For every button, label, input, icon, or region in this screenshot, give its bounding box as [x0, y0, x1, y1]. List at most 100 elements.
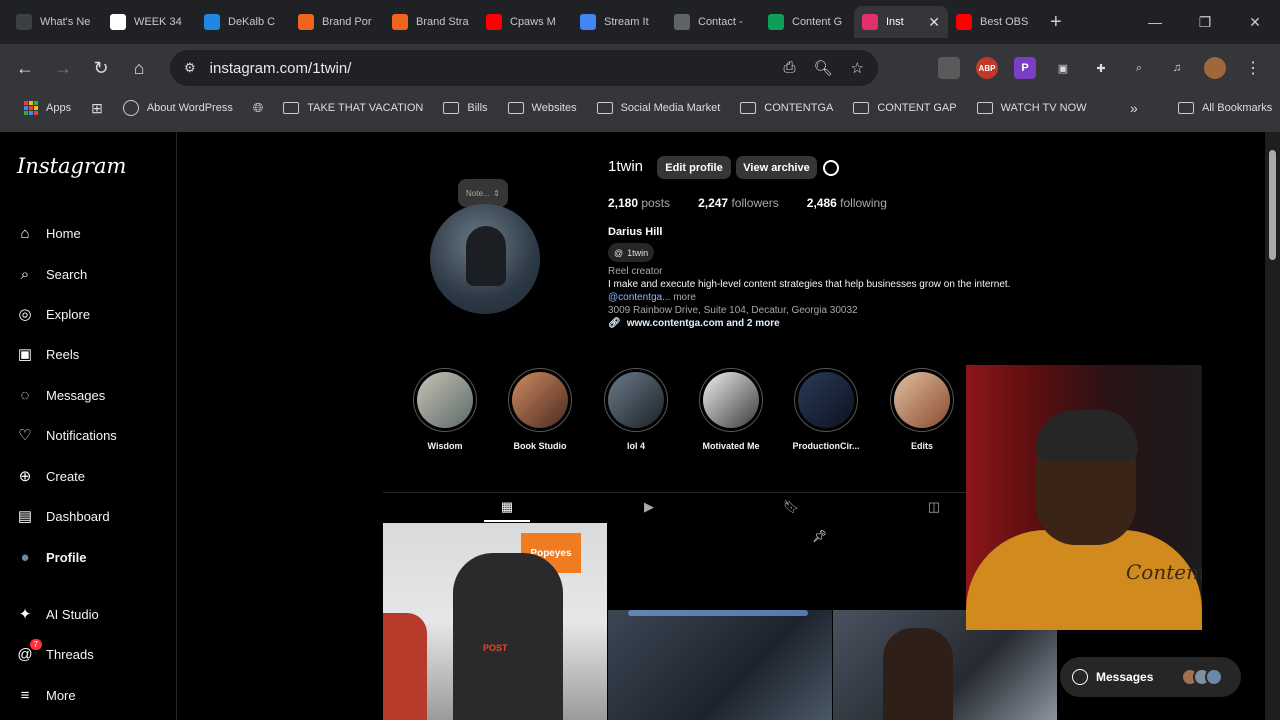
tagged-tab[interactable]: ◫ — [926, 499, 942, 515]
bookmark-websites[interactable]: Websites — [498, 102, 587, 114]
browser-tab[interactable]: Inst ✕ — [854, 6, 948, 38]
profile-link[interactable]: 🔗︎ www.contentga.com and 2 more — [608, 318, 780, 329]
browser-toolbar: ← → ↻ ⌂ ⚙ instagram.com/1twin/ ⎙ 🔍︎ ☆ AB… — [0, 44, 1280, 92]
browser-tab[interactable]: What's Ne — [8, 6, 102, 38]
address-bar[interactable]: ⚙ instagram.com/1twin/ ⎙ 🔍︎ ☆ — [170, 50, 878, 86]
bookmark-contentga[interactable]: CONTENTGA — [730, 102, 843, 114]
bookmarks-overflow-button[interactable]: » — [1120, 100, 1148, 116]
sidebar-item-messages[interactable]: ◌ Messages — [16, 386, 106, 404]
extension-p-icon[interactable]: P — [1014, 57, 1036, 79]
bookmark-globe[interactable]: 🌐︎ — [243, 100, 273, 116]
sidebar-item-explore[interactable]: ◎ Explore — [16, 305, 90, 323]
close-window-button[interactable]: ✕ — [1230, 0, 1280, 44]
url-text[interactable]: instagram.com/1twin/ — [210, 60, 352, 77]
highlight-label: Edits — [910, 441, 933, 451]
posts-grid-tab[interactable]: ▦ — [499, 499, 515, 515]
browser-tab[interactable]: Cpaws M — [478, 6, 572, 38]
bookmark-bills[interactable]: Bills — [433, 102, 497, 114]
close-tab-icon[interactable]: ✕ — [928, 14, 940, 31]
bookmark-content-gap[interactable]: CONTENT GAP — [843, 102, 966, 114]
sidebar-item-dashboard[interactable]: ▤ Dashboard — [16, 507, 110, 525]
sidebar-item-profile[interactable]: ● Profile — [16, 548, 86, 566]
chrome-menu-icon[interactable]: ⋮ — [1242, 57, 1264, 79]
scrollbar-thumb[interactable] — [1269, 150, 1276, 260]
page-scrollbar[interactable] — [1265, 132, 1280, 720]
post-thumbnail[interactable]: Popeyes POST — [383, 523, 607, 720]
sidebar-item-reels[interactable]: ▣ Reels — [16, 345, 79, 363]
browser-tab[interactable]: Best OBS — [948, 6, 1042, 38]
back-button[interactable]: ← — [6, 58, 44, 79]
followers-stat[interactable]: 2,247 followers — [698, 196, 779, 210]
screen-search-icon[interactable]: ⌕ — [1128, 57, 1150, 79]
bookmark-watch-tv-now[interactable]: WATCH TV NOW — [967, 102, 1097, 114]
note-bubble[interactable]: Note... ⇕ — [458, 179, 508, 207]
extension-cam-icon[interactable]: ▣ — [1052, 57, 1074, 79]
story-highlight[interactable]: ProductionCir... — [786, 368, 866, 451]
sidebar-item-more[interactable]: ≡ More — [16, 686, 76, 704]
sidebar-item-label: Notifications — [46, 427, 117, 443]
zoom-icon[interactable]: 🔍︎ — [814, 59, 833, 77]
bookmark-apps[interactable]: Apps — [14, 101, 81, 115]
sidebar-item-create[interactable]: ⊕ Create — [16, 467, 85, 485]
threads-badge[interactable]: @1twin — [608, 243, 655, 262]
minimize-button[interactable]: — — [1130, 0, 1180, 44]
bookmark-label: TAKE THAT VACATION — [307, 102, 424, 114]
browser-tab[interactable]: Stream It — [572, 6, 666, 38]
saved-tab[interactable]: 🔖︎ — [783, 499, 800, 515]
bio-more-link[interactable]: ... more — [662, 292, 696, 303]
home-button[interactable]: ⌂ — [120, 58, 158, 79]
extension-screen-icon[interactable] — [938, 57, 960, 79]
highlight-label: Book Studio — [513, 441, 567, 451]
install-app-icon[interactable]: ⎙ — [783, 59, 795, 77]
followers-label: followers — [731, 196, 779, 210]
bookmark-take-that-vacation[interactable]: TAKE THAT VACATION — [273, 102, 433, 114]
bookmark-star-icon[interactable]: ☆ — [851, 59, 864, 77]
post-thumbnail[interactable] — [608, 610, 832, 720]
sidebar-item-threads[interactable]: @7 Threads — [16, 639, 94, 663]
bookmark-label: Social Media Market — [620, 102, 721, 114]
folder-icon — [507, 102, 524, 114]
browser-tab[interactable]: Content G — [760, 6, 854, 38]
media-controls-icon[interactable]: ♫ — [1166, 57, 1188, 79]
extensions-puzzle-icon[interactable]: ✚ — [1090, 57, 1112, 79]
browser-tab[interactable]: DeKalb C — [196, 6, 290, 38]
edit-profile-button[interactable]: Edit profile — [657, 156, 731, 179]
instagram-logo[interactable]: Instagram — [17, 154, 126, 178]
following-stat[interactable]: 2,486 following — [807, 196, 887, 210]
all-bookmarks-button[interactable]: All Bookmarks — [1168, 102, 1280, 114]
bookmark-about-wordpress[interactable]: About WordPress — [113, 100, 243, 116]
story-highlight[interactable]: Wisdom — [405, 368, 485, 451]
user-avatar[interactable] — [1204, 57, 1226, 79]
browser-tab[interactable]: Brand Stra — [384, 6, 478, 38]
tab-groups-button[interactable]: ⊞ — [81, 100, 113, 117]
sidebar-item-ai-studio[interactable]: ✦ AI Studio — [16, 605, 99, 623]
story-highlight[interactable]: Edits — [882, 368, 962, 451]
highlight-ring — [413, 368, 477, 432]
site-settings-icon[interactable]: ⚙ — [184, 60, 196, 76]
pinned-post-area[interactable]: 📌︎ — [608, 523, 966, 610]
avatar-figure — [466, 226, 506, 286]
bio-mention[interactable]: @contentga — [608, 292, 662, 303]
settings-gear-icon[interactable] — [823, 160, 839, 176]
sidebar-item-notifications[interactable]: ♡ Notifications — [16, 426, 117, 444]
youtube-icon — [956, 14, 972, 30]
story-highlight[interactable]: Book Studio — [500, 368, 580, 451]
sidebar-item-home[interactable]: ⌂ Home — [16, 224, 80, 242]
view-archive-button[interactable]: View archive — [736, 156, 817, 179]
profile-avatar[interactable] — [430, 204, 540, 314]
browser-tab[interactable]: Brand Por — [290, 6, 384, 38]
browser-tab[interactable]: WEEK 34 — [102, 6, 196, 38]
sidebar-item-search[interactable]: ⌕ Search — [16, 265, 87, 283]
bookmark-social-media-market[interactable]: Social Media Market — [587, 102, 731, 114]
story-highlight[interactable]: lol 4 — [596, 368, 676, 451]
new-tab-button[interactable]: + — [1050, 11, 1062, 34]
restore-button[interactable]: ❐ — [1180, 0, 1230, 44]
reels-tab[interactable]: ▶ — [641, 499, 657, 515]
browser-tab[interactable]: Contact - — [666, 6, 760, 38]
adblock-plus-icon[interactable]: ABP — [976, 57, 998, 79]
reload-button[interactable]: ↻ — [82, 58, 120, 79]
highlight-cover — [798, 372, 854, 428]
forward-button[interactable]: → — [44, 58, 82, 79]
story-highlight[interactable]: Motivated Me — [691, 368, 771, 451]
messages-pill[interactable]: Messages — [1060, 657, 1241, 697]
